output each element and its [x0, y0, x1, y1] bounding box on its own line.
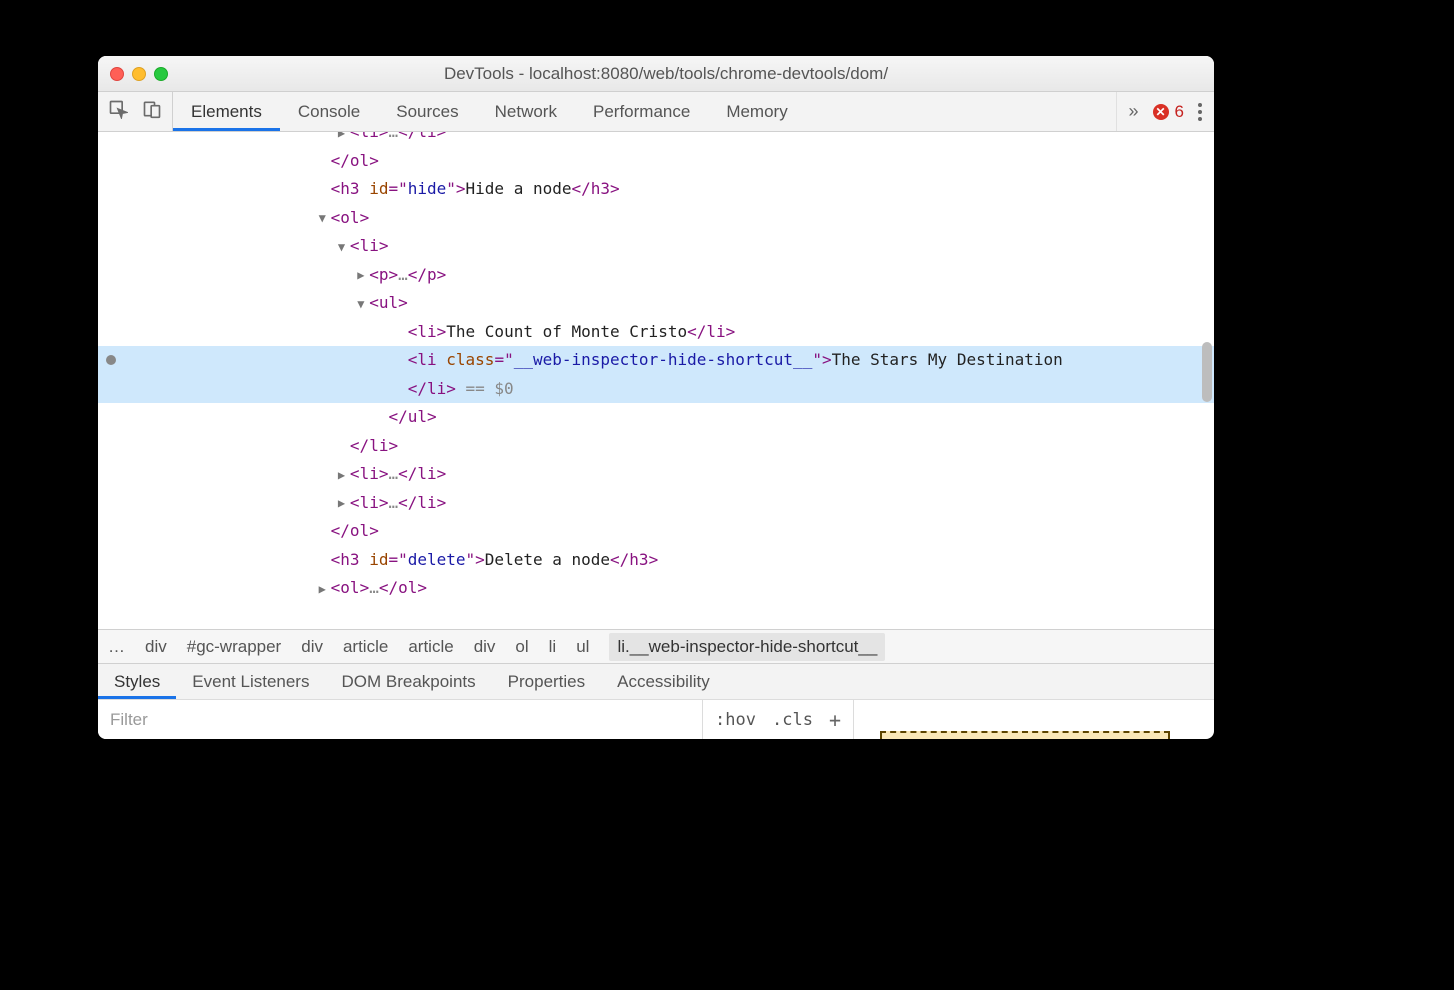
expand-icon[interactable]: ▼ [338, 233, 350, 261]
breadcrumb-item[interactable]: article [343, 637, 388, 657]
dom-row[interactable]: </ul> [98, 403, 1202, 432]
dom-row[interactable]: ▶<li>…</li> [98, 132, 1202, 147]
side-tab-event-listeners[interactable]: Event Listeners [176, 664, 325, 699]
breadcrumb-item[interactable]: div [301, 637, 323, 657]
breadcrumb-item[interactable]: ul [576, 637, 589, 657]
dom-row[interactable]: ▶<li>…</li> [98, 489, 1202, 518]
traffic-lights [110, 67, 168, 81]
side-tab-accessibility[interactable]: Accessibility [601, 664, 726, 699]
zoom-icon[interactable] [154, 67, 168, 81]
tab-network[interactable]: Network [477, 92, 575, 131]
expand-icon[interactable]: ▶ [338, 461, 350, 489]
tab-console[interactable]: Console [280, 92, 378, 131]
dom-row[interactable]: <h3 id="delete">Delete a node</h3> [98, 546, 1202, 575]
styles-tabs: StylesEvent ListenersDOM BreakpointsProp… [98, 663, 1214, 699]
device-icon[interactable] [142, 99, 162, 124]
expand-icon[interactable]: ▼ [319, 204, 331, 232]
close-icon[interactable] [110, 67, 124, 81]
elements-panel[interactable]: ▶<li>…</li> </ol> <h3 id="hide">Hide a n… [98, 132, 1214, 629]
panel-tabs: ElementsConsoleSourcesNetworkPerformance… [173, 92, 1116, 131]
expand-icon[interactable]: ▶ [338, 132, 350, 147]
side-tab-properties[interactable]: Properties [492, 664, 601, 699]
titlebar: DevTools - localhost:8080/web/tools/chro… [98, 56, 1214, 92]
breadcrumb[interactable]: …div#gc-wrapperdivarticlearticledivolliu… [98, 629, 1214, 663]
dom-row[interactable]: </li> == $0 [98, 375, 1214, 404]
error-icon: ✕ [1153, 104, 1169, 120]
tab-performance[interactable]: Performance [575, 92, 708, 131]
dom-row[interactable]: </ol> [98, 517, 1202, 546]
breadcrumb-item[interactable]: div [474, 637, 496, 657]
menu-icon[interactable] [1198, 103, 1202, 121]
styles-filter-input[interactable] [98, 700, 703, 739]
tab-elements[interactable]: Elements [173, 92, 280, 131]
box-model-preview [854, 700, 1214, 739]
tab-sources[interactable]: Sources [378, 92, 476, 131]
error-number: 6 [1175, 102, 1184, 122]
devtools-window: DevTools - localhost:8080/web/tools/chro… [98, 56, 1214, 739]
expand-icon[interactable]: ▶ [338, 489, 350, 517]
breadcrumb-item[interactable]: li [549, 637, 557, 657]
tab-memory[interactable]: Memory [708, 92, 805, 131]
overflow-icon[interactable]: » [1129, 101, 1139, 122]
minimize-icon[interactable] [132, 67, 146, 81]
dom-row[interactable]: <li>The Count of Monte Cristo</li> [98, 318, 1202, 347]
expand-icon[interactable]: ▼ [357, 290, 369, 318]
dom-row[interactable]: ▶<li>…</li> [98, 460, 1202, 489]
scrollbar[interactable] [1202, 342, 1212, 402]
error-count[interactable]: ✕ 6 [1153, 102, 1184, 122]
styles-toolbar: :hov .cls + [98, 699, 1214, 739]
side-tab-styles[interactable]: Styles [98, 664, 176, 699]
breadcrumb-overflow[interactable]: … [108, 637, 125, 657]
window-title: DevTools - localhost:8080/web/tools/chro… [186, 64, 1202, 84]
expand-icon[interactable]: ▶ [319, 575, 331, 603]
breadcrumb-item[interactable]: ol [515, 637, 528, 657]
dom-row[interactable]: </li> [98, 432, 1202, 461]
dom-row[interactable]: ▼<ul> [98, 289, 1202, 318]
new-rule-button[interactable]: + [829, 708, 841, 732]
main-toolbar: ElementsConsoleSourcesNetworkPerformance… [98, 92, 1214, 132]
hov-button[interactable]: :hov [715, 710, 756, 730]
dom-row[interactable]: </ol> [98, 147, 1202, 176]
side-tab-dom-breakpoints[interactable]: DOM Breakpoints [325, 664, 491, 699]
breadcrumb-item[interactable]: article [408, 637, 453, 657]
breadcrumb-item[interactable]: div [145, 637, 167, 657]
breadcrumb-item[interactable]: #gc-wrapper [187, 637, 282, 657]
dom-row[interactable]: ▶<ol>…</ol> [98, 574, 1202, 603]
hidden-marker-icon [106, 355, 116, 365]
dom-row[interactable]: <h3 id="hide">Hide a node</h3> [98, 175, 1202, 204]
cls-button[interactable]: .cls [772, 710, 813, 730]
dom-row[interactable]: ▼<ol> [98, 204, 1202, 233]
inspect-icon[interactable] [108, 99, 128, 124]
dom-row[interactable]: ▶<p>…</p> [98, 261, 1202, 290]
dom-row[interactable]: ▼<li> [98, 232, 1202, 261]
breadcrumb-item[interactable]: li.__web-inspector-hide-shortcut__ [609, 633, 885, 661]
expand-icon[interactable]: ▶ [357, 261, 369, 289]
margin-box-icon [880, 731, 1170, 739]
dom-row[interactable]: <li class="__web-inspector-hide-shortcut… [98, 346, 1214, 375]
